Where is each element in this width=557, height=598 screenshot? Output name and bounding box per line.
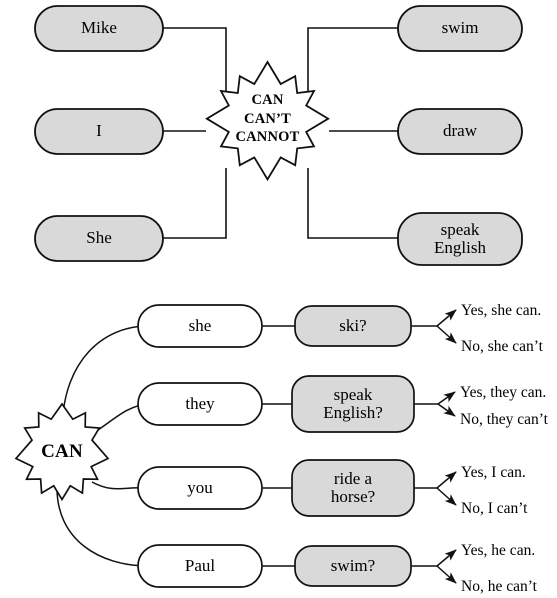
node-subject-paul[interactable] xyxy=(137,544,263,588)
node-action-speak-english[interactable] xyxy=(291,375,415,433)
arrow-yes-row-1 xyxy=(436,309,457,327)
node-subject-she[interactable] xyxy=(137,304,263,348)
arrow-no-row-3 xyxy=(436,487,457,506)
arrow-yes-row-3 xyxy=(436,471,457,489)
label-answer-no-row-1: No, she can’t xyxy=(461,338,543,355)
arrow-no-row-1 xyxy=(436,325,457,344)
node-action-ski[interactable] xyxy=(294,305,412,347)
label-answer-no-row-2: No, they can’t xyxy=(460,411,548,428)
label-starburst-can: CAN xyxy=(16,404,108,500)
arrow-yes-row-4 xyxy=(436,549,457,567)
node-action-ride-a-horse[interactable] xyxy=(291,459,415,517)
arrow-no-row-2 xyxy=(437,403,456,417)
arrow-yes-row-2 xyxy=(437,391,456,405)
label-answer-no-row-3: No, I can’t xyxy=(461,500,528,517)
label-answer-yes-row-2: Yes, they can. xyxy=(460,384,547,401)
label-answer-no-row-4: No, he can’t xyxy=(461,578,537,595)
label-answer-yes-row-3: Yes, I can. xyxy=(461,464,526,481)
worksheet-canvas: Mike I She swim draw speak English CAN C… xyxy=(0,0,557,598)
label-answer-yes-row-4: Yes, he can. xyxy=(461,542,536,559)
label-answer-yes-row-1: Yes, she can. xyxy=(461,302,542,319)
star-line-can-bottom: CAN xyxy=(41,440,83,462)
arrow-no-row-4 xyxy=(436,565,457,584)
node-action-swim[interactable] xyxy=(294,545,412,587)
node-subject-you[interactable] xyxy=(137,466,263,510)
node-subject-they[interactable] xyxy=(137,382,263,426)
